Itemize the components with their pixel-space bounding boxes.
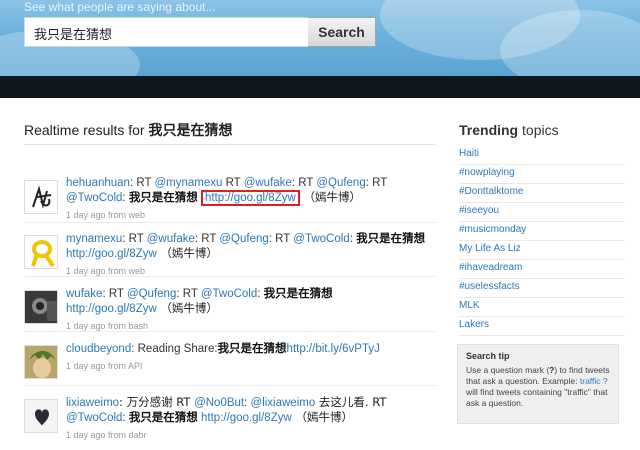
results-divider xyxy=(24,144,436,145)
tweet-text: （嫣牛博） xyxy=(156,246,218,260)
tweet-username[interactable]: mynamexu xyxy=(66,233,122,245)
tweet-link[interactable]: http://goo.gl/8Zyw xyxy=(201,412,292,424)
search-tip-box: Search tip Use a question mark (?) to fi… xyxy=(457,344,619,424)
trend-topic[interactable]: #iseeyou xyxy=(459,203,625,222)
tweet-mention[interactable]: @lixiaweimo xyxy=(251,397,316,409)
trending-title-rest: topics xyxy=(518,122,559,138)
search-button-label: Search xyxy=(318,24,365,40)
tweet-mention[interactable]: @TwoCold xyxy=(66,412,122,424)
tweet-mention[interactable]: @wufake xyxy=(147,233,195,245)
header-dark-band xyxy=(0,76,640,98)
tweet-link[interactable]: http://bit.ly/6vPTyJ xyxy=(287,343,380,355)
tweet-separator xyxy=(24,331,436,332)
trend-topic[interactable]: #Donttalktome xyxy=(459,184,625,203)
trend-topic[interactable]: Haiti xyxy=(459,146,625,165)
trend-topic[interactable]: #uselessfacts xyxy=(459,279,625,298)
tweet-username[interactable]: hehuanhuan xyxy=(66,177,130,189)
tweet-username[interactable]: wufake xyxy=(66,288,102,300)
avatar[interactable] xyxy=(24,235,58,269)
results-title-query: 我只是在猜想 xyxy=(148,123,233,139)
tweet-text: : Reading Share: xyxy=(131,343,218,355)
tweet-query-highlight: 我只是在猜想 xyxy=(263,286,333,300)
results-title: Realtime results for 我只是在猜想 xyxy=(24,120,232,140)
search-tip-text: Use a question mark (?) to find tweets t… xyxy=(466,365,610,409)
tweet-text: : 万分感谢 RT xyxy=(119,395,195,409)
tweet-link[interactable]: http://goo.gl/8Zyw xyxy=(201,190,300,206)
tweet-separator xyxy=(24,276,436,277)
search-button[interactable]: Search xyxy=(308,17,376,47)
tip-text-part: will find tweets containing "traffic" th… xyxy=(466,387,608,408)
tweet-mention[interactable]: @Qufeng xyxy=(316,177,365,189)
avatar[interactable] xyxy=(24,290,58,324)
tweet-username[interactable]: lixiaweimo xyxy=(66,397,119,409)
search-tip-title: Search tip xyxy=(466,351,510,361)
tweet-text: （嫣牛博） xyxy=(291,410,353,424)
tweet-text: 去这儿看. RT xyxy=(315,395,387,409)
tweet-body: hehuanhuan: RT @mynamexu RT @wufake: RT … xyxy=(66,176,436,222)
results-title-prefix: Realtime results for xyxy=(24,122,149,138)
tweet-mention[interactable]: @wufake xyxy=(244,177,292,189)
tweet-mention[interactable]: @TwoCold xyxy=(201,288,257,300)
search-input[interactable]: 我只是在猜想 xyxy=(24,17,310,47)
sidebar: Trending topics Haiti #nowplaying #Dontt… xyxy=(447,98,640,450)
tweet-text: : RT xyxy=(122,233,147,245)
tweet-mention[interactable]: @TwoCold xyxy=(66,192,122,204)
tweet-query-highlight: 我只是在猜想 xyxy=(356,231,426,245)
avatar[interactable] xyxy=(24,345,58,379)
tweet-link[interactable]: http://goo.gl/8Zyw xyxy=(66,303,157,315)
tweet-query-highlight: 我只是在猜想 xyxy=(128,190,198,204)
tweet-body: lixiaweimo: 万分感谢 RT @No0But: @lixiaweimo… xyxy=(66,395,436,442)
tweet-meta[interactable]: 1 day ago from dabr xyxy=(66,428,436,442)
tweet-text: : RT xyxy=(194,233,220,245)
tweet-query-highlight: 我只是在猜想 xyxy=(128,410,198,424)
tweet-body: wufake: RT @Qufeng: RT @TwoCold: 我只是在猜想 … xyxy=(66,286,436,333)
trend-topic[interactable]: #ihaveadream xyxy=(459,260,625,279)
search-tagline: See what people are saying about... xyxy=(24,0,216,14)
trend-topic[interactable]: #musicmonday xyxy=(459,222,625,241)
trending-title: Trending topics xyxy=(459,122,559,138)
tweet-meta[interactable]: 1 day ago from API xyxy=(66,359,436,373)
tweet-text: : RT xyxy=(365,177,388,189)
tweet-body: mynamexu: RT @wufake: RT @Qufeng: RT @Tw… xyxy=(66,231,436,278)
tweet-separator xyxy=(24,385,436,386)
avatar[interactable] xyxy=(24,180,58,214)
tweet-text: : RT xyxy=(291,177,317,189)
trending-title-bold: Trending xyxy=(459,122,519,138)
tweet-mention[interactable]: @Qufeng xyxy=(127,288,176,300)
tweet-text: RT xyxy=(222,177,244,189)
trend-topic[interactable]: My Life As Liz xyxy=(459,241,625,260)
tweet-mention[interactable]: @No0But xyxy=(194,397,244,409)
tweet-text: : RT xyxy=(268,233,294,245)
tweet-text: （嫣牛博） xyxy=(299,190,361,204)
site-header: See what people are saying about... 我只是在… xyxy=(0,0,640,76)
tweet-separator xyxy=(24,222,436,223)
tweet-meta[interactable]: 1 day ago from web xyxy=(66,208,436,222)
trend-topic[interactable]: Lakers xyxy=(459,317,625,336)
tweet-mention[interactable]: @Qufeng xyxy=(219,233,268,245)
tweet-text: : RT xyxy=(176,288,201,300)
tweet-text: （嫣牛博） xyxy=(156,301,218,315)
tweet-username[interactable]: cloudbeyond xyxy=(66,343,131,355)
trend-topic[interactable]: #nowplaying xyxy=(459,165,625,184)
tweet-mention[interactable]: @TwoCold xyxy=(293,233,349,245)
tweet-text: : RT xyxy=(102,288,127,300)
trend-topic[interactable]: MLK xyxy=(459,298,625,317)
tip-example-link[interactable]: traffic ? xyxy=(580,376,608,386)
tweet-body: cloudbeyond: Reading Share:我只是在猜想http://… xyxy=(66,341,436,373)
tip-text-part: Use a question mark ( xyxy=(466,365,550,375)
tweet-query-highlight: 我只是在猜想 xyxy=(217,341,287,355)
tweet-text: : RT xyxy=(129,177,155,189)
tweet-link[interactable]: http://goo.gl/8Zyw xyxy=(66,248,157,260)
avatar[interactable] xyxy=(24,399,58,433)
tweet-mention[interactable]: @mynamexu xyxy=(154,177,222,189)
